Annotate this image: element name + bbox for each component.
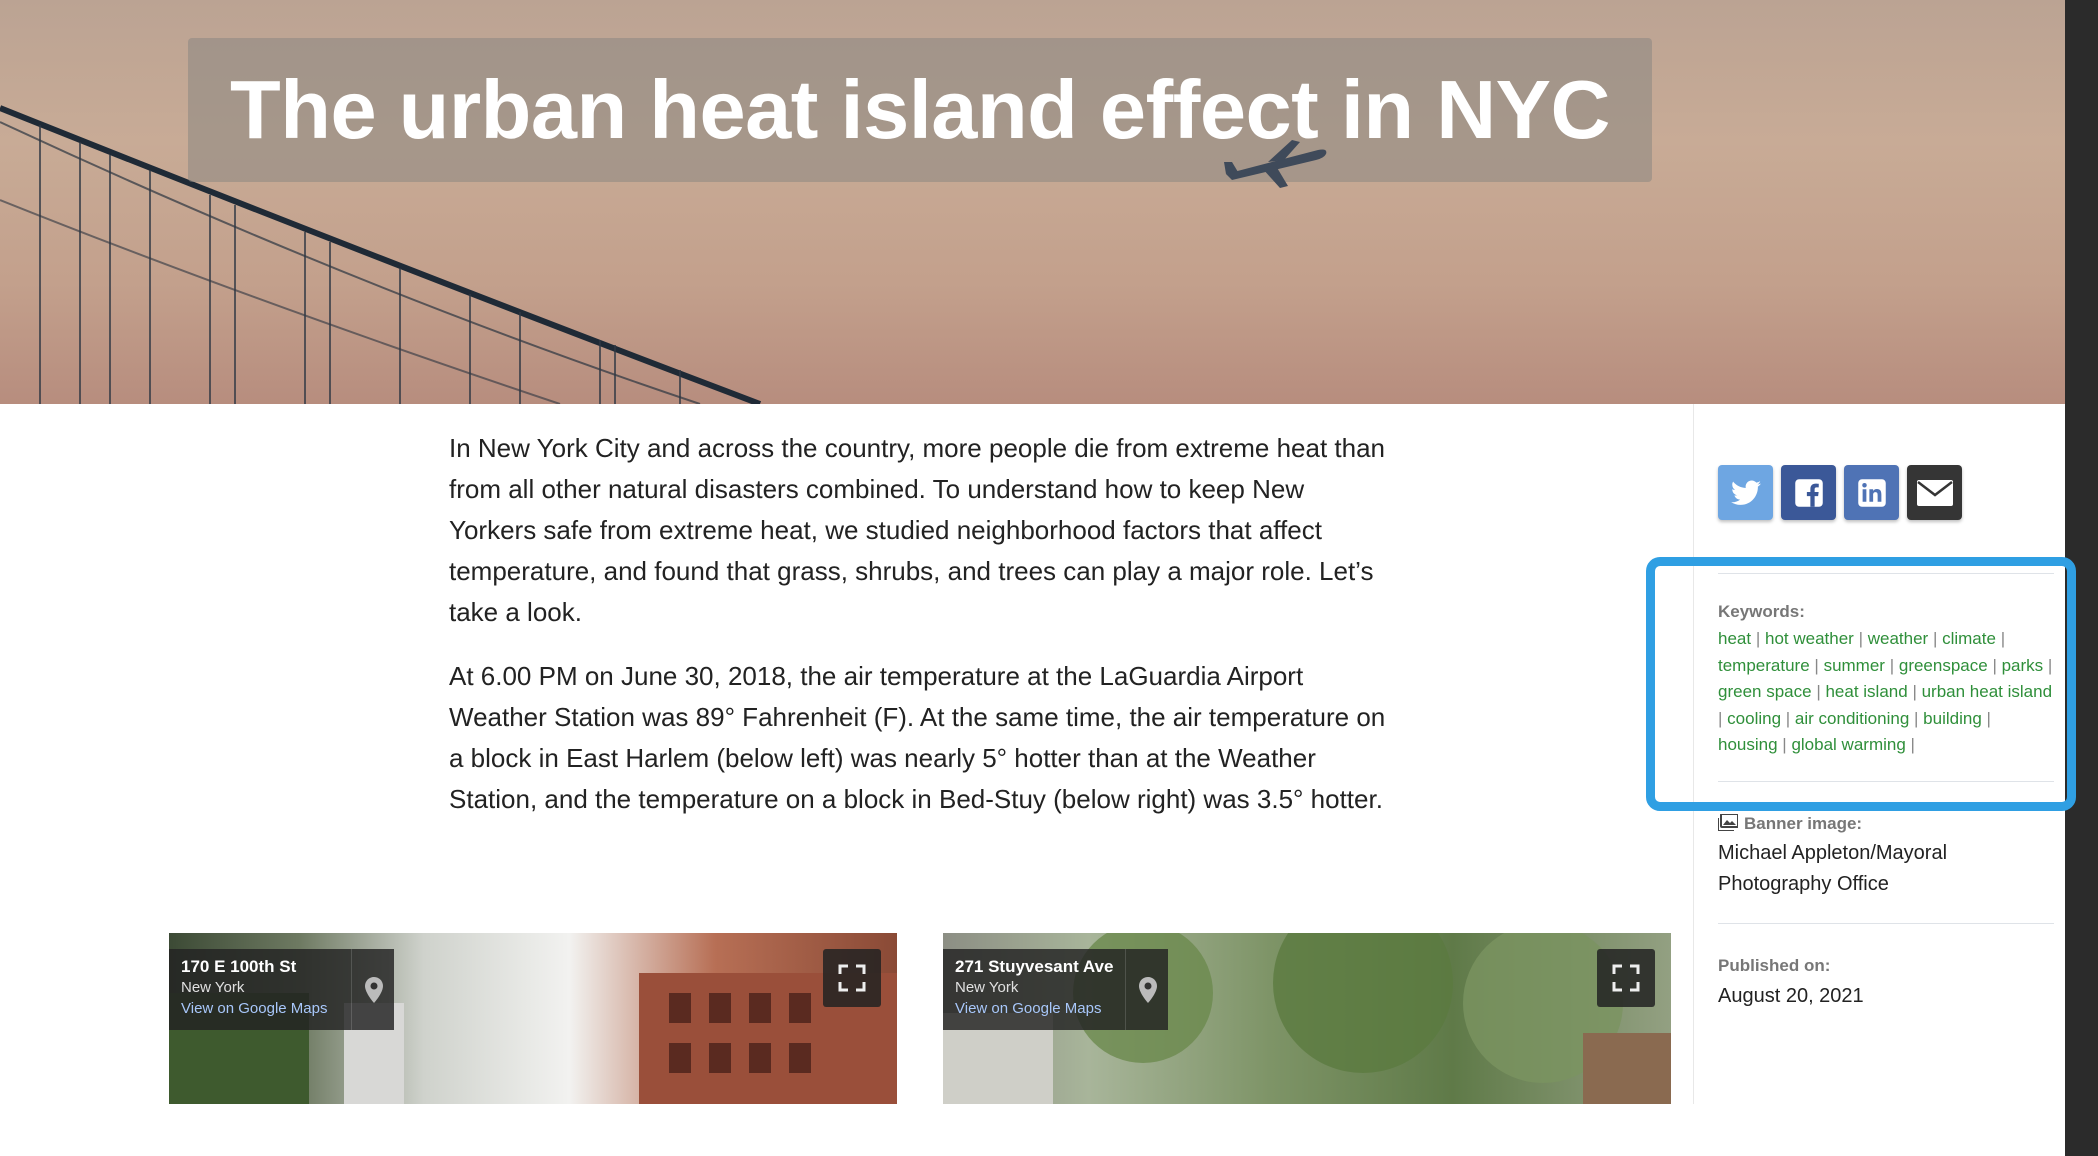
share-buttons (1718, 465, 1962, 520)
keywords-list: heat | hot weather | weather | climate |… (1718, 629, 2053, 754)
keyword-link[interactable]: heat (1718, 629, 1751, 648)
keyword-link[interactable]: greenspace (1899, 656, 1988, 675)
keyword-link[interactable]: urban heat island (1922, 682, 2052, 701)
fullscreen-icon (1612, 964, 1640, 992)
linkedin-icon (1857, 478, 1886, 507)
share-linkedin-button[interactable] (1844, 465, 1899, 520)
facebook-icon (1794, 478, 1823, 507)
map-pin-icon[interactable] (351, 949, 395, 1030)
fullscreen-button[interactable] (823, 949, 881, 1007)
page-title: The urban heat island effect in NYC (230, 63, 1610, 156)
streetview-panel-right[interactable]: 271 Stuyvesant Ave New York View on Goog… (943, 933, 1671, 1104)
twitter-icon (1730, 480, 1761, 505)
keyword-link[interactable]: air conditioning (1795, 709, 1909, 728)
keyword-link[interactable]: cooling (1727, 709, 1781, 728)
banner-image-credit: Michael Appleton/Mayoral Photography Off… (1718, 842, 1948, 895)
email-icon (1916, 479, 1953, 506)
share-email-button[interactable] (1907, 465, 1962, 520)
article-body: In New York City and across the country,… (449, 428, 1389, 843)
published-date: August 20, 2021 (1718, 985, 1864, 1007)
article-paragraph: In New York City and across the country,… (449, 433, 1385, 627)
keyword-link[interactable]: building (1923, 709, 1982, 728)
divider (1718, 573, 2054, 574)
keyword-link[interactable]: weather (1868, 629, 1928, 648)
share-facebook-button[interactable] (1781, 465, 1836, 520)
keyword-link[interactable]: housing (1718, 735, 1778, 754)
article-paragraph: At 6.00 PM on June 30, 2018, the air tem… (449, 661, 1386, 814)
keywords-label: Keywords: (1718, 602, 1805, 621)
keyword-link[interactable]: hot weather (1765, 629, 1854, 648)
keyword-link[interactable]: heat island (1825, 682, 1907, 701)
streetview-panel-left[interactable]: 170 E 100th St New York View on Google M… (169, 933, 897, 1104)
published-label: Published on: (1718, 956, 1831, 975)
banner-image-label: Banner image: (1717, 813, 1862, 834)
fullscreen-icon (838, 964, 866, 992)
keyword-link[interactable]: global warming (1791, 735, 1905, 754)
divider (1718, 781, 2054, 782)
map-pin-icon[interactable] (1125, 949, 1169, 1030)
banner-image: The urban heat island effect in NYC (0, 0, 2065, 404)
keyword-link[interactable]: parks (2002, 656, 2044, 675)
share-twitter-button[interactable] (1718, 465, 1773, 520)
keyword-link[interactable]: summer (1824, 656, 1885, 675)
keyword-link[interactable]: temperature (1718, 656, 1810, 675)
title-box: The urban heat island effect in NYC (188, 38, 1652, 182)
divider (1718, 923, 2054, 924)
window-edge (2065, 0, 2098, 1156)
image-icon (1717, 813, 1739, 832)
sidebar-divider (1693, 404, 1694, 1104)
fullscreen-button[interactable] (1597, 949, 1655, 1007)
keyword-link[interactable]: climate (1942, 629, 1996, 648)
keyword-link[interactable]: green space (1718, 682, 1812, 701)
airplane-icon (1224, 140, 1327, 188)
